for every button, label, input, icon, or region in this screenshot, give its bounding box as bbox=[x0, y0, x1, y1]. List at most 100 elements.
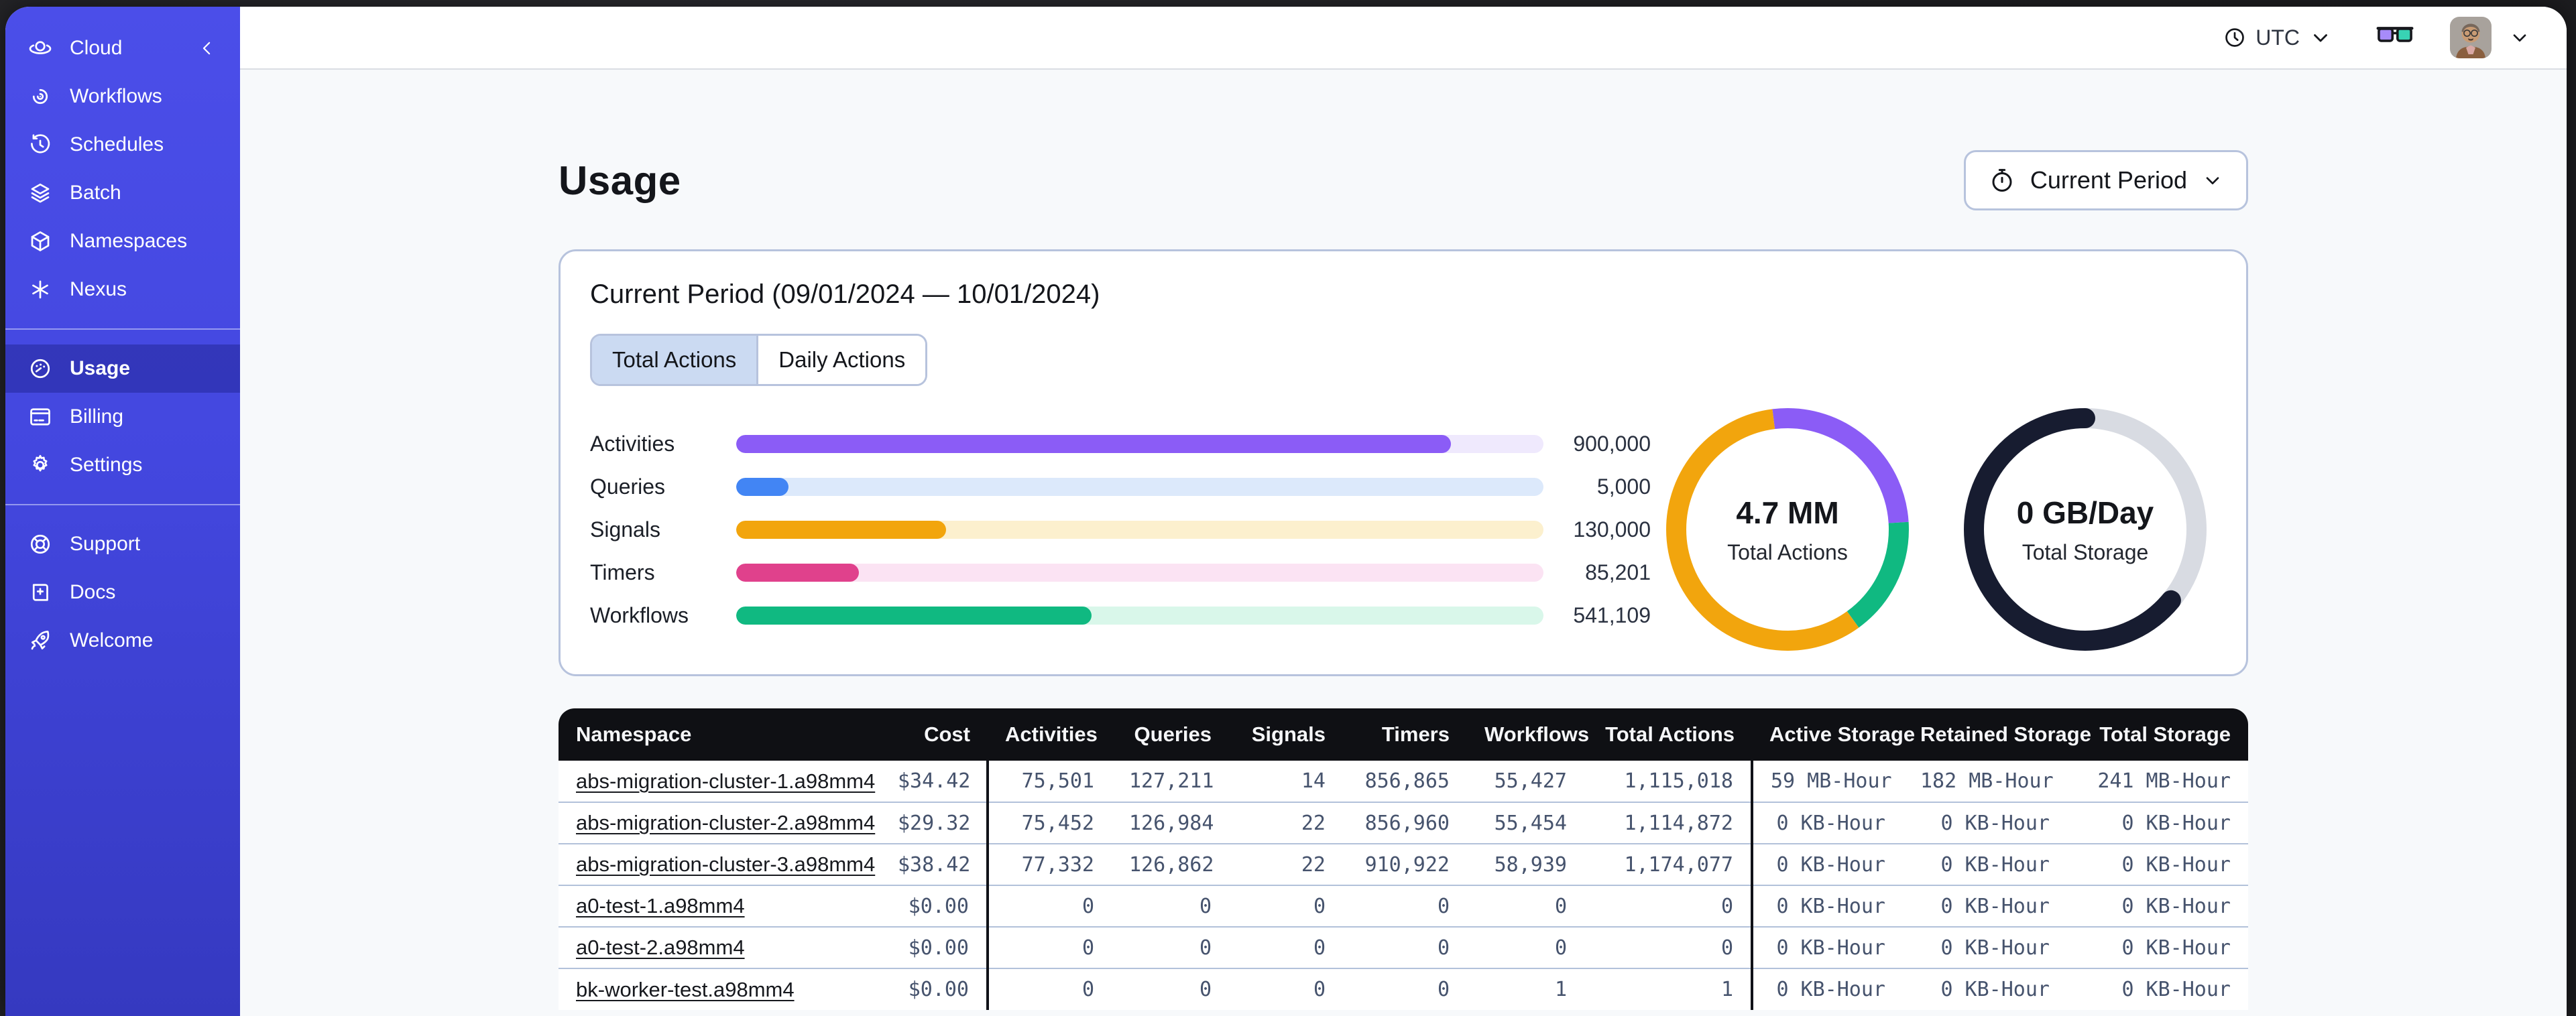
sidebar-item-namespaces[interactable]: Namespaces bbox=[5, 217, 240, 265]
column-header-activities: Activities bbox=[988, 708, 1112, 761]
cell-timers: 856,865 bbox=[1364, 769, 1450, 793]
cell-active-storage: 0 KB-Hour bbox=[1751, 885, 1903, 927]
table-header-row: Namespace Cost Activities Queries Signals Tim… bbox=[559, 708, 2248, 761]
cell-total-actions: 0 bbox=[1584, 926, 1752, 968]
timezone-selector[interactable]: UTC bbox=[2223, 25, 2332, 50]
usage-icon bbox=[28, 357, 52, 381]
cloud-icon bbox=[28, 36, 52, 60]
sidebar-item-billing[interactable]: Billing bbox=[5, 393, 240, 441]
stopwatch-icon bbox=[1989, 167, 2015, 194]
cell-timers: 856,960 bbox=[1343, 802, 1467, 844]
sidebar-item-label: Usage bbox=[70, 357, 131, 379]
chevron-down-icon bbox=[2309, 26, 2332, 49]
bar-row-workflows: Workflows 541,109 bbox=[590, 603, 1651, 627]
sidebar-item-workflows[interactable]: Workflows bbox=[5, 72, 240, 121]
cell-retained-storage: 182 MB-Hour bbox=[1920, 769, 2054, 793]
cell-total-storage: 241 MB-Hour bbox=[2097, 769, 2231, 793]
cell-activities: 75,501 bbox=[986, 761, 1112, 802]
table-row: a0-test-2.a98mm4 $0.00 0 0 0 0 0 0 0 KB-Hour 0 KB… bbox=[559, 926, 2248, 968]
bar-row-timers: Timers 85,201 bbox=[590, 560, 1651, 584]
bar-track bbox=[736, 606, 1543, 625]
bar-value: 85,201 bbox=[1585, 560, 1651, 584]
bar-fill bbox=[736, 563, 859, 582]
chevron-down-icon bbox=[2202, 170, 2223, 191]
column-header-signals: Signals bbox=[1229, 708, 1343, 761]
cell-timers: 0 bbox=[1343, 968, 1467, 1010]
table-row: abs-migration-cluster-2.a98mm4 $29.32 75,4… bbox=[559, 802, 2248, 844]
sidebar-item-usage[interactable]: Usage bbox=[5, 344, 240, 393]
sidebar-item-schedules[interactable]: Schedules bbox=[5, 121, 240, 169]
current-period-card: Current Period (09/01/2024 — 10/01/2024)… bbox=[559, 249, 2248, 676]
period-selector-button[interactable]: Current Period bbox=[1963, 150, 2248, 210]
welcome-icon bbox=[28, 629, 52, 653]
column-header-workflows: Workflows bbox=[1467, 708, 1589, 761]
cell-retained-storage: 0 KB-Hour bbox=[1903, 926, 2067, 968]
tab-total-actions[interactable]: Total Actions bbox=[592, 336, 757, 384]
usage-table-wrap: Namespace Cost Activities Queries Signals Tim… bbox=[559, 708, 2248, 1010]
collapse-sidebar-button[interactable] bbox=[197, 38, 217, 58]
table-row: bk-worker-test.a98mm4 $0.00 0 0 0 0 1 1 0 KB-Hou… bbox=[559, 968, 2248, 1010]
sidebar-item-batch[interactable]: Batch bbox=[5, 169, 240, 217]
table-row: a0-test-1.a98mm4 $0.00 0 0 0 0 0 0 0 KB-Hour 0 KB… bbox=[559, 885, 2248, 927]
cell-queries: 126,862 bbox=[1112, 843, 1229, 885]
namespaces-icon bbox=[28, 229, 52, 253]
column-header-total-actions: Total Actions bbox=[1584, 708, 1752, 761]
main-area: UTC Usage Current Period Current Period … bbox=[240, 7, 2567, 1016]
namespace-link[interactable]: abs-migration-cluster-3.a98mm4 bbox=[576, 852, 875, 876]
cell-active-storage: 0 KB-Hour bbox=[1751, 926, 1903, 968]
cell-total-actions: 1,114,872 bbox=[1584, 802, 1752, 844]
cell-workflows: 0 bbox=[1467, 885, 1584, 927]
cell-activities: 0 bbox=[986, 885, 1112, 927]
cell-retained-storage: 0 KB-Hour bbox=[1903, 802, 2067, 844]
bar-value: 130,000 bbox=[1573, 517, 1651, 542]
total-actions-donut: 4.7 MM Total Actions bbox=[1660, 402, 1915, 657]
sidebar-item-cloud[interactable]: Cloud bbox=[5, 24, 240, 72]
namespace-link[interactable]: bk-worker-test.a98mm4 bbox=[576, 978, 795, 1001]
cell-queries: 0 bbox=[1112, 968, 1229, 1010]
actions-tabs: Total Actions Daily Actions bbox=[590, 334, 928, 386]
app-window: Cloud Workflows Schedules Batch Namespaces Ne… bbox=[5, 7, 2567, 1016]
bar-row-signals: Signals 130,000 bbox=[590, 517, 1651, 542]
cell-signals: 22 bbox=[1229, 802, 1343, 844]
column-header-total-storage: Total Storage bbox=[2067, 708, 2248, 761]
cell-workflows: 1 bbox=[1467, 968, 1584, 1010]
cell-cost: $38.42 bbox=[880, 843, 988, 885]
column-header-queries: Queries bbox=[1112, 708, 1229, 761]
sidebar-item-label: Schedules bbox=[70, 133, 164, 155]
table-row: abs-migration-cluster-1.a98mm4 $34.42 75,5… bbox=[559, 761, 2248, 802]
namespace-link[interactable]: a0-test-2.a98mm4 bbox=[576, 936, 745, 959]
cell-signals: 0 bbox=[1229, 885, 1343, 927]
support-icon bbox=[28, 532, 52, 556]
sidebar-item-label: Batch bbox=[70, 182, 121, 204]
cell-signals: 22 bbox=[1229, 843, 1343, 885]
namespace-link[interactable]: a0-test-1.a98mm4 bbox=[576, 894, 745, 917]
donut-center-value: 0 GB/Day bbox=[2016, 495, 2154, 530]
namespace-link[interactable]: abs-migration-cluster-1.a98mm4 bbox=[576, 769, 875, 793]
namespace-link[interactable]: abs-migration-cluster-2.a98mm4 bbox=[576, 811, 875, 834]
donut-center-label: Total Actions bbox=[1727, 539, 1848, 564]
cell-queries: 127,211 bbox=[1129, 769, 1214, 793]
bar-fill bbox=[736, 477, 789, 496]
avatar[interactable] bbox=[2450, 17, 2492, 58]
sidebar-item-support[interactable]: Support bbox=[5, 520, 240, 568]
sidebar-item-welcome[interactable]: Welcome bbox=[5, 617, 240, 665]
sidebar-item-label: Support bbox=[70, 533, 141, 555]
cell-workflows: 0 bbox=[1467, 926, 1584, 968]
account-menu-chevron-down-icon[interactable] bbox=[2509, 27, 2530, 48]
cell-total-storage: 0 KB-Hour bbox=[2067, 968, 2248, 1010]
sidebar-item-label: Welcome bbox=[70, 629, 154, 651]
sidebar-divider bbox=[5, 504, 240, 505]
sidebar-item-settings[interactable]: Settings bbox=[5, 441, 240, 489]
donut-center-value: 4.7 MM bbox=[1736, 495, 1839, 530]
cell-signals: 0 bbox=[1229, 968, 1343, 1010]
donut-charts: 4.7 MM Total Actions 0 GB/Day Total Storag… bbox=[1660, 402, 2217, 657]
sidebar-item-nexus[interactable]: Nexus bbox=[5, 265, 240, 314]
tab-daily-actions[interactable]: Daily Actions bbox=[756, 336, 926, 384]
cell-active-storage: 0 KB-Hour bbox=[1751, 843, 1903, 885]
cell-signals: 14 bbox=[1301, 769, 1326, 793]
sidebar-item-label: Nexus bbox=[70, 278, 127, 300]
cell-active-storage: 0 KB-Hour bbox=[1751, 802, 1903, 844]
dev-glasses-icon[interactable] bbox=[2376, 25, 2414, 50]
cell-workflows: 55,454 bbox=[1467, 802, 1584, 844]
sidebar-item-docs[interactable]: Docs bbox=[5, 568, 240, 617]
